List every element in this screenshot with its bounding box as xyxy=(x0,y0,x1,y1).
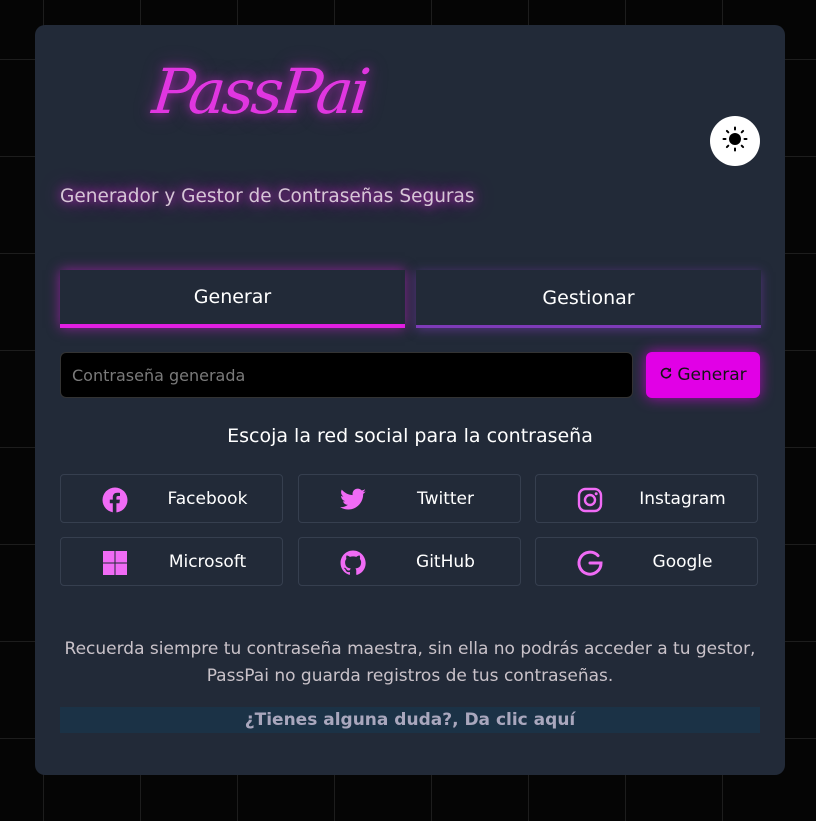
sun-icon xyxy=(722,126,748,156)
social-github-button[interactable]: GitHub xyxy=(298,537,521,586)
master-password-note: Recuerda siempre tu contraseña maestra, … xyxy=(64,639,756,686)
generate-button[interactable]: Generar xyxy=(646,352,760,398)
theme-toggle-button[interactable] xyxy=(710,116,760,166)
instagram-icon xyxy=(576,486,604,514)
github-icon xyxy=(339,549,367,577)
social-github-label: GitHub xyxy=(416,551,475,572)
tab-gestionar-label: Gestionar xyxy=(542,286,635,309)
generate-button-label: Generar xyxy=(677,365,747,385)
tab-gestionar[interactable]: Gestionar xyxy=(416,270,761,328)
social-microsoft-label: Microsoft xyxy=(168,551,247,572)
social-instagram-button[interactable]: Instagram xyxy=(535,474,758,523)
help-link[interactable]: ¿Tienes alguna duda?, Da clic aquí xyxy=(60,707,760,733)
social-google-label: Google xyxy=(652,551,713,572)
tab-generar[interactable]: Generar xyxy=(60,270,405,328)
social-facebook-button[interactable]: Facebook xyxy=(60,474,283,523)
tab-generar-label: Generar xyxy=(193,286,272,308)
social-google-button[interactable]: Google xyxy=(535,537,758,586)
social-microsoft-button[interactable]: Microsoft xyxy=(60,537,283,586)
generated-password-input[interactable] xyxy=(60,352,633,398)
social-instagram-label: Instagram xyxy=(639,488,726,509)
social-facebook-label: Facebook xyxy=(167,488,248,509)
social-twitter-label: Twitter xyxy=(417,488,474,509)
app-subtitle: Generador y Gestor de Contraseñas Segura… xyxy=(60,186,475,207)
facebook-icon xyxy=(101,486,129,514)
social-twitter-button[interactable]: Twitter xyxy=(298,474,521,523)
passpai-logo: PassPai xyxy=(149,55,372,128)
twitter-icon xyxy=(339,486,367,514)
main-card: PassPai Generador y Gestor de Contraseña… xyxy=(35,25,785,775)
social-prompt: Escoja la red social para la contraseña xyxy=(227,425,593,447)
refresh-icon xyxy=(659,365,673,385)
microsoft-icon xyxy=(101,549,129,577)
google-icon xyxy=(576,549,604,577)
